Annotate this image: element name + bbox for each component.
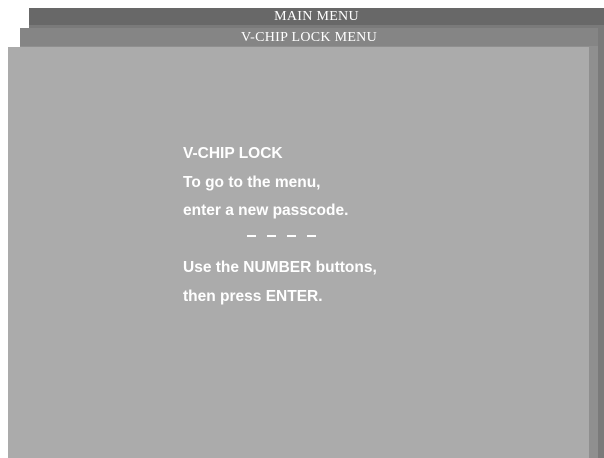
passcode-digit-placeholder	[267, 235, 276, 238]
passcode-digit-placeholder	[247, 235, 256, 238]
vchip-lock-panel: V-CHIP LOCK To go to the menu, enter a n…	[8, 47, 589, 458]
vchip-lock-menu-title: V-CHIP LOCK MENU	[241, 30, 377, 45]
panel-heading: V-CHIP LOCK	[183, 145, 283, 162]
main-menu-titlebar: MAIN MENU	[29, 8, 604, 25]
instruction-line-2: enter a new passcode.	[183, 202, 349, 219]
instruction-line-4: then press ENTER.	[183, 287, 323, 305]
passcode-entry-field[interactable]	[183, 226, 377, 255]
instruction-line-1: To go to the menu,	[183, 173, 321, 191]
passcode-digit-placeholder	[287, 235, 296, 238]
main-menu-title: MAIN MENU	[274, 9, 359, 24]
passcode-digit-placeholder	[307, 235, 316, 238]
passcode-message: V-CHIP LOCK To go to the menu, enter a n…	[183, 140, 377, 311]
vchip-lock-menu-titlebar: V-CHIP LOCK MENU	[20, 28, 598, 46]
tv-osd-screen: MAIN MENU V-CHIP LOCK MENU V-CHIP LOCK T…	[0, 0, 604, 458]
instruction-line-3: Use the NUMBER buttons,	[183, 259, 377, 276]
